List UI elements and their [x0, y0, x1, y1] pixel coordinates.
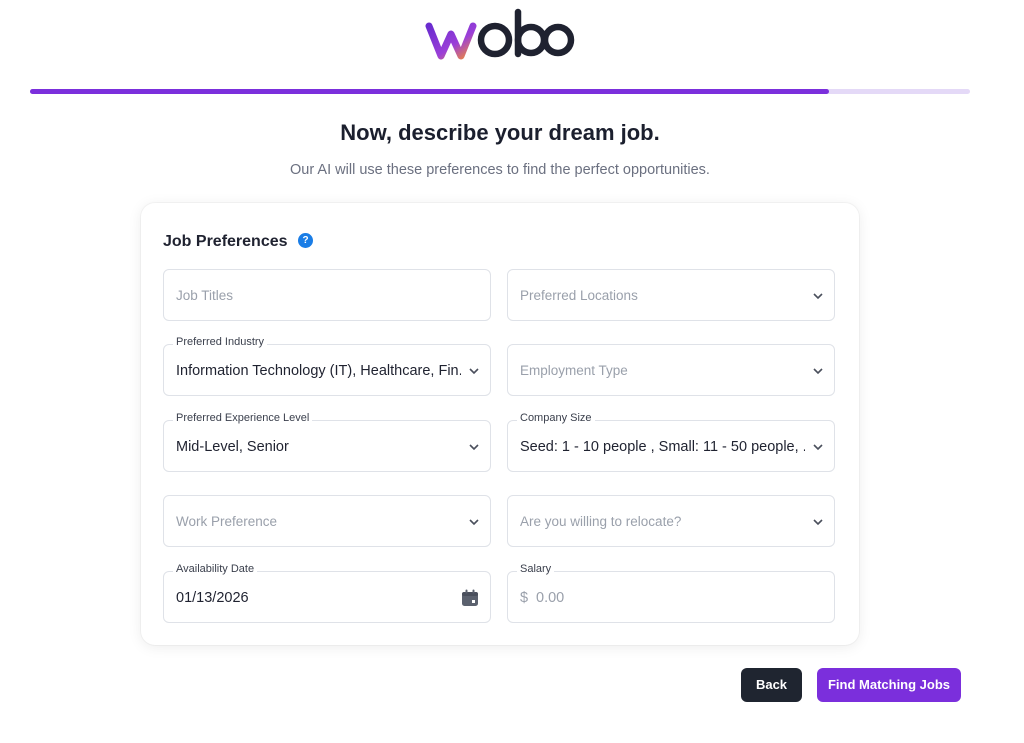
chevron-down-icon [813, 293, 823, 300]
page-title: Now, describe your dream job. [340, 120, 660, 145]
chevron-down-icon [813, 444, 823, 451]
salary-label: Salary [517, 563, 555, 575]
company-size-label: Company Size [517, 412, 595, 424]
chevron-down-icon [469, 368, 479, 375]
chevron-down-icon [469, 444, 479, 451]
currency-symbol: $ [520, 590, 529, 606]
employment-type-placeholder: Employment Type [520, 363, 628, 378]
job-titles-input[interactable]: Job Titles [163, 269, 491, 321]
experience-level-select[interactable]: Preferred Experience Level Mid-Level, Se… [163, 412, 491, 472]
card-title: Job Preferences [163, 233, 288, 250]
company-size-value: Seed: 1 - 10 people , Small: 11 - 50 peo… [520, 439, 805, 455]
preferred-locations-select[interactable]: Preferred Locations [507, 269, 835, 321]
job-preferences-card: Job Preferences ? Job Titles Preferred L… [141, 203, 859, 645]
work-preference-select[interactable]: Work Preference [163, 495, 491, 547]
salary-placeholder: 0.00 [536, 590, 565, 606]
availability-date-value: 01/13/2026 [176, 590, 249, 606]
relocate-placeholder: Are you willing to relocate? [520, 514, 682, 529]
relocate-select[interactable]: Are you willing to relocate? [507, 495, 835, 547]
preferred-locations-placeholder: Preferred Locations [520, 288, 638, 303]
experience-level-label: Preferred Experience Level [173, 412, 313, 424]
wobo-logo [0, 8, 1000, 68]
preferred-industry-value: Information Technology (IT), Healthcare,… [176, 363, 461, 379]
preferred-industry-label: Preferred Industry [173, 336, 268, 348]
company-size-select[interactable]: Company Size Seed: 1 - 10 people , Small… [507, 412, 835, 472]
page-subtitle: Our AI will use these preferences to fin… [290, 162, 710, 178]
chevron-down-icon [813, 519, 823, 526]
find-matching-jobs-button[interactable]: Find Matching Jobs [817, 668, 961, 702]
preferred-industry-select[interactable]: Preferred Industry Information Technolog… [163, 336, 491, 396]
experience-level-value: Mid-Level, Senior [176, 439, 289, 455]
availability-date-label: Availability Date [173, 563, 258, 575]
chevron-down-icon [469, 519, 479, 526]
progress-fill [30, 89, 829, 94]
employment-type-select[interactable]: Employment Type [507, 344, 835, 396]
availability-date-input[interactable]: Availability Date 01/13/2026 [163, 563, 491, 623]
work-preference-placeholder: Work Preference [176, 514, 278, 529]
calendar-icon[interactable] [460, 588, 480, 608]
job-titles-placeholder: Job Titles [176, 288, 234, 303]
question-circle-icon[interactable]: ? [298, 233, 313, 248]
progress-bar [30, 89, 970, 94]
chevron-down-icon [813, 368, 823, 375]
logo-mark [425, 8, 575, 60]
back-button[interactable]: Back [741, 668, 802, 702]
salary-input[interactable]: Salary $ 0.00 [507, 563, 835, 623]
